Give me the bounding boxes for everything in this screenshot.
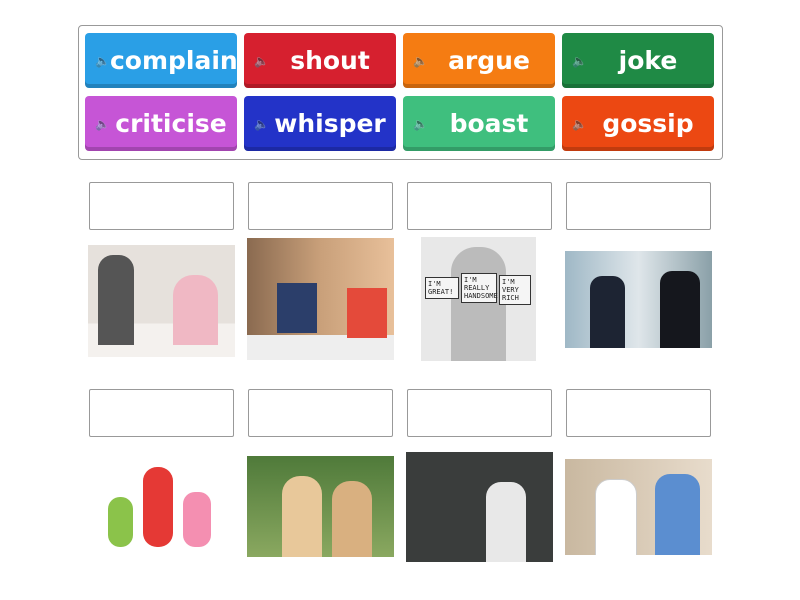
word-label: argue: [448, 46, 530, 75]
speaker-icon[interactable]: 🔈: [572, 117, 588, 131]
word-tile-whisper[interactable]: 🔈 whisper: [244, 96, 396, 151]
word-tile-shout[interactable]: 🔈 shout: [244, 33, 396, 88]
drop-box[interactable]: [407, 389, 552, 437]
drop-box[interactable]: [248, 182, 393, 230]
speaker-icon[interactable]: 🔈: [95, 117, 111, 131]
word-label: complain: [109, 46, 238, 75]
speaker-icon[interactable]: 🔈: [95, 54, 110, 68]
image-kids-joking: [98, 462, 225, 550]
word-label: boast: [449, 109, 529, 138]
drop-box[interactable]: [89, 389, 234, 437]
speaker-icon[interactable]: 🔈: [254, 54, 270, 68]
word-label: gossip: [602, 109, 694, 138]
word-tile-gossip[interactable]: 🔈 gossip: [562, 96, 714, 151]
image-children-whisper: [247, 456, 394, 557]
word-tile-boast[interactable]: 🔈 boast: [403, 96, 555, 151]
drop-box[interactable]: [248, 389, 393, 437]
image-women-whispering: [247, 238, 394, 360]
drop-box[interactable]: [566, 182, 711, 230]
word-tile-complain[interactable]: 🔈 complain: [85, 33, 238, 88]
image-teacher-shouting: [406, 452, 553, 562]
image-men-arguing: [565, 459, 712, 555]
speaker-icon[interactable]: 🔈: [413, 54, 429, 68]
word-label: whisper: [274, 109, 386, 138]
image-businessmen-criticise: [565, 251, 712, 348]
word-tile-argue[interactable]: 🔈 argue: [403, 33, 555, 88]
word-label: shout: [290, 46, 370, 75]
word-label: joke: [618, 46, 678, 75]
word-label: criticise: [115, 109, 227, 138]
word-tile-joke[interactable]: 🔈 joke: [562, 33, 714, 88]
speaker-icon[interactable]: 🔈: [572, 54, 588, 68]
drop-box[interactable]: [566, 389, 711, 437]
drop-box[interactable]: [407, 182, 552, 230]
speaker-icon[interactable]: 🔈: [254, 117, 270, 131]
image-waiter-complaint: [88, 245, 235, 357]
word-tile-criticise[interactable]: 🔈 criticise: [85, 96, 237, 151]
speaker-icon[interactable]: 🔈: [413, 117, 429, 131]
drop-box[interactable]: [89, 182, 234, 230]
image-boasting-cartoon: I'M GREAT! I'M REALLY HANDSOME I'M VERY …: [421, 237, 536, 361]
